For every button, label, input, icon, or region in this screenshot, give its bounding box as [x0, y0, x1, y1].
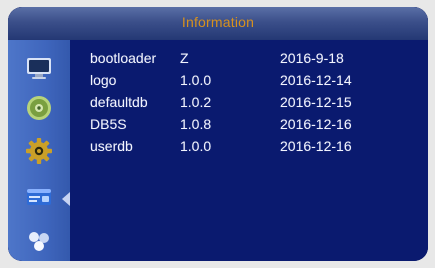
row-name: logo [90, 72, 117, 88]
row-name: userdb [90, 138, 133, 154]
selection-pointer [62, 192, 70, 206]
title-bar: Information [8, 7, 428, 41]
table-row: userdb 1.0.0 2016-12-16 [90, 138, 420, 160]
gear-icon [26, 138, 52, 164]
row-name: defaultdb [90, 94, 148, 110]
row-version: Z [180, 50, 189, 66]
row-date: 2016-9-18 [280, 50, 344, 66]
sidebar-item-disc[interactable] [20, 92, 58, 124]
information-panel: bootloader Z 2016-9-18 logo 1.0.0 2016-1… [70, 40, 428, 261]
information-screen: Information bootloader Z 2016-9-18 logo … [8, 7, 428, 261]
sidebar-item-information[interactable] [20, 181, 58, 213]
row-date: 2016-12-16 [280, 138, 352, 154]
sidebar-item-settings[interactable] [20, 135, 58, 167]
row-version: 1.0.0 [180, 138, 212, 154]
row-version: 1.0.0 [180, 72, 212, 88]
page-title: Information [181, 14, 255, 30]
table-row: logo 1.0.0 2016-12-14 [90, 72, 420, 94]
monitor-icon [27, 58, 51, 79]
sidebar [8, 40, 70, 261]
row-date: 2016-12-14 [280, 72, 352, 88]
row-date: 2016-12-15 [280, 94, 352, 110]
table-row: DB5S 1.0.8 2016-12-16 [90, 116, 420, 138]
card-icon [27, 189, 51, 205]
sidebar-item-network[interactable] [20, 225, 58, 257]
cluster-icon [29, 232, 49, 251]
row-name: bootloader [90, 50, 157, 66]
row-date: 2016-12-16 [280, 116, 352, 132]
disc-icon [27, 96, 51, 120]
row-name: DB5S [90, 116, 127, 132]
row-version: 1.0.8 [180, 116, 212, 132]
table-row: bootloader Z 2016-9-18 [90, 50, 420, 72]
row-version: 1.0.2 [180, 94, 212, 110]
table-row: defaultdb 1.0.2 2016-12-15 [90, 94, 420, 116]
info-table: bootloader Z 2016-9-18 logo 1.0.0 2016-1… [90, 50, 420, 160]
sidebar-item-monitor[interactable] [20, 52, 58, 84]
